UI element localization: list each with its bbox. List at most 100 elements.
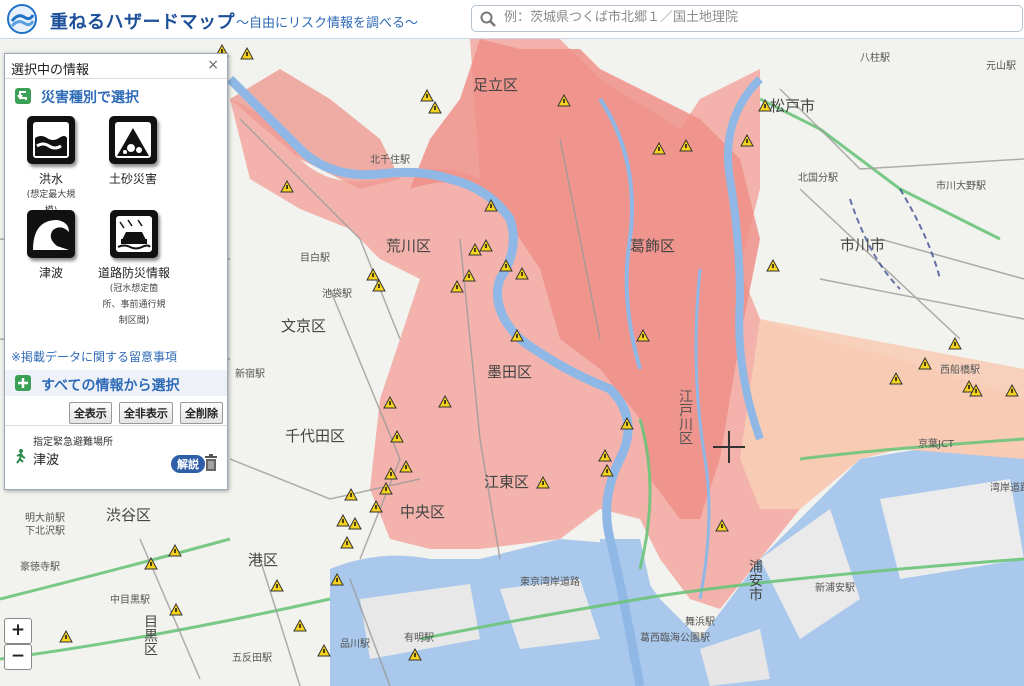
evacuation-site-marker-icon[interactable] [620, 417, 634, 430]
evacuation-site-marker-icon[interactable] [340, 536, 354, 549]
evacuation-site-marker-icon[interactable] [383, 396, 397, 409]
map-label-ichikawaono: 市川大野駅 [936, 181, 986, 192]
zoom-in-button[interactable]: + [4, 618, 32, 644]
evacuation-site-marker-icon[interactable] [438, 395, 452, 408]
all-info-heading: すべての情報から選択 [41, 378, 180, 394]
evacuation-site-marker-icon[interactable] [280, 180, 294, 193]
map-label-adachi: 足立区 [473, 76, 519, 94]
evacuation-site-marker-icon[interactable] [408, 648, 422, 661]
map-label-shinurayasu: 新浦安駅 [815, 583, 855, 594]
map-label-nakameguro: 中目黒駅 [110, 595, 150, 606]
evacuation-site-marker-icon[interactable] [918, 357, 932, 370]
map-label-edogawa: 江戸川区 [677, 389, 693, 445]
evacuation-site-marker-icon[interactable] [379, 482, 393, 495]
evacuation-site-marker-icon[interactable] [1005, 384, 1019, 397]
data-notice-link[interactable]: ※掲載データに関する留意事項 [11, 348, 177, 365]
evacuation-site-marker-icon[interactable] [169, 603, 183, 616]
evacuation-site-marker-icon[interactable] [740, 134, 754, 147]
evacuation-site-marker-icon[interactable] [330, 573, 344, 586]
selected-layer-name[interactable]: 津波 [33, 449, 59, 468]
evacuation-site-marker-icon[interactable] [636, 329, 650, 342]
disaster-type-section-header[interactable]: 災害種別で選択 [11, 85, 225, 107]
evacuation-site-marker-icon[interactable] [499, 259, 513, 272]
evacuation-site-marker-icon[interactable] [715, 519, 729, 532]
close-icon[interactable]: × [207, 57, 219, 73]
evacuation-site-marker-icon[interactable] [390, 430, 404, 443]
back-arrow-icon [15, 88, 31, 104]
disaster-type-heading: 災害種別で選択 [41, 90, 139, 106]
map-label-tokyobay: 東京湾岸道路 [520, 577, 580, 588]
evacuation-site-marker-icon[interactable] [948, 337, 962, 350]
map-label-shinagawa: 品川駅 [340, 639, 370, 650]
all-info-section-header[interactable]: すべての情報から選択 [5, 370, 227, 396]
explain-button[interactable]: 解説 [171, 455, 205, 473]
hazard-type-flood[interactable]: 洪水 (想定最大規模) [21, 116, 81, 219]
map-label-motoyama: 元山駅 [986, 61, 1016, 72]
divider [5, 425, 227, 426]
evacuation-site-marker-icon[interactable] [344, 488, 358, 501]
evacuation-site-marker-icon[interactable] [384, 467, 398, 480]
map-label-yahashira: 八柱駅 [860, 53, 890, 64]
delete-all-button[interactable]: 全削除 [180, 402, 223, 424]
hazard-type-label: 道路防災情報 [97, 266, 170, 280]
hazard-type-note-line: 所、事前通行規 [102, 300, 166, 310]
hazard-type-note-line: (冠水想定箇 [109, 284, 159, 294]
evacuation-site-marker-icon[interactable] [536, 476, 550, 489]
hazard-type-tsunami[interactable]: 津波 [21, 210, 81, 281]
evacuation-site-marker-icon[interactable] [484, 199, 498, 212]
evacuation-site-marker-icon[interactable] [468, 243, 482, 256]
trash-icon[interactable] [204, 454, 218, 472]
evacuation-site-marker-icon[interactable] [462, 269, 476, 282]
evacuation-site-marker-icon[interactable] [372, 279, 386, 292]
map-label-ariake: 有明駅 [404, 633, 434, 644]
map-label-kitasenju: 北千住駅 [370, 155, 410, 166]
map-label-gotokuji: 豪徳寺駅 [20, 562, 60, 573]
evacuation-site-marker-icon[interactable] [59, 630, 73, 643]
evacuation-site-marker-icon[interactable] [168, 544, 182, 557]
evacuation-site-marker-icon[interactable] [598, 449, 612, 462]
hazard-type-landslide[interactable]: 土砂災害 [103, 116, 163, 187]
selected-info-panel: 選択中の情報 × 災害種別で選択 洪水 (想定最大規模) 土砂災害 津波 道路防… [4, 53, 228, 490]
map-label-minato: 港区 [248, 551, 279, 569]
address-search-box[interactable] [471, 5, 1023, 32]
evacuation-site-marker-icon[interactable] [766, 259, 780, 272]
evacuation-site-marker-icon[interactable] [969, 384, 983, 397]
map-label-katsushika: 葛飾区 [630, 237, 676, 255]
app-subtitle: 〜自由にリスク情報を調べる〜 [236, 16, 419, 31]
hide-all-button[interactable]: 全非表示 [118, 402, 173, 424]
evacuation-site-marker-icon[interactable] [557, 94, 571, 107]
search-input[interactable] [502, 9, 1006, 26]
evacuation-site-marker-icon[interactable] [679, 139, 693, 152]
map-label-keiyo: 京葉JCT [918, 439, 955, 450]
evacuation-site-marker-icon[interactable] [317, 644, 331, 657]
evacuation-site-marker-icon[interactable] [144, 557, 158, 570]
map-label-shimokita: 下北沢駅 [25, 526, 65, 537]
map-label-kasairinkai: 葛西臨海公園駅 [640, 633, 710, 644]
map-label-ichikawa: 市川市 [840, 236, 886, 254]
evacuation-site-marker-icon[interactable] [240, 47, 254, 60]
evacuation-site-marker-icon[interactable] [600, 464, 614, 477]
hazard-type-label: 洪水 [38, 172, 63, 186]
evacuation-site-marker-icon[interactable] [510, 329, 524, 342]
evacuation-site-marker-icon[interactable] [399, 460, 413, 473]
plus-icon [15, 375, 31, 391]
search-icon[interactable] [480, 11, 496, 27]
hazard-type-road[interactable]: 道路防災情報 (冠水想定箇 所、事前通行規 制区間) [97, 210, 171, 329]
evacuation-site-marker-icon[interactable] [515, 267, 529, 280]
map-label-matsudo: 松戸市 [770, 97, 816, 115]
evacuation-site-marker-icon[interactable] [450, 280, 464, 293]
evacuation-site-marker-icon[interactable] [369, 500, 383, 513]
evacuation-site-marker-icon[interactable] [889, 372, 903, 385]
evacuation-site-marker-icon[interactable] [348, 517, 362, 530]
gsi-logo-icon[interactable] [6, 3, 38, 35]
evacuation-site-marker-icon[interactable] [293, 619, 307, 632]
evacuation-site-marker-icon[interactable] [652, 142, 666, 155]
map-label-wangan: 湾岸道路 [990, 483, 1024, 494]
evacuation-site-marker-icon[interactable] [428, 101, 442, 114]
app-title[interactable]: 重ねるハザードマップ [50, 8, 235, 34]
map-label-koto: 江東区 [484, 473, 530, 491]
evacuation-site-marker-icon[interactable] [270, 579, 284, 592]
show-all-button[interactable]: 全表示 [68, 402, 112, 424]
map-label-shibuya: 渋谷区 [106, 506, 152, 524]
zoom-out-button[interactable]: − [4, 644, 32, 670]
